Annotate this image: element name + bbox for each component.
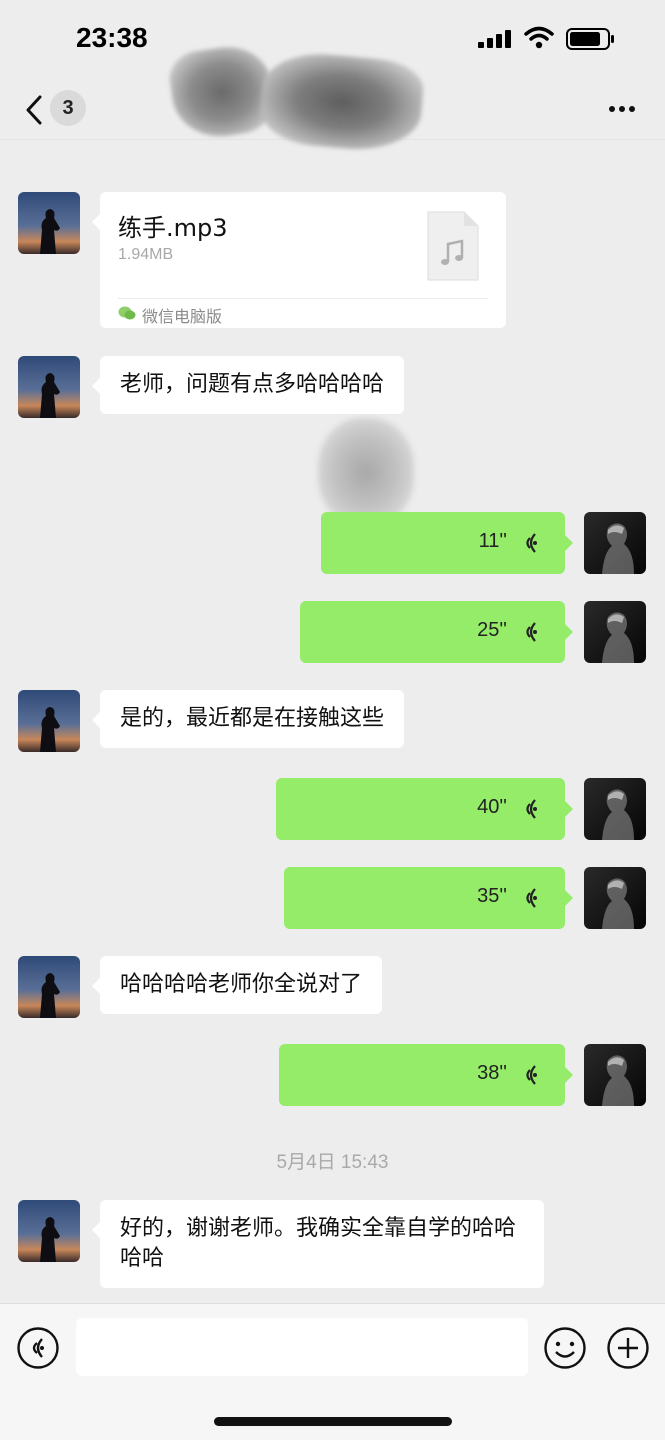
voice-wave-icon: [526, 533, 537, 553]
my-avatar[interactable]: [584, 778, 646, 840]
my-avatar[interactable]: [584, 601, 646, 663]
unread-badge: 3: [50, 90, 86, 126]
message-text: 好的，谢谢老师。我确实全靠自学的哈哈哈哈: [120, 1216, 517, 1271]
contact-avatar[interactable]: [18, 956, 80, 1018]
music-file-icon: [427, 211, 479, 281]
my-avatar[interactable]: [584, 512, 646, 574]
text-message[interactable]: 是的，最近都是在接触这些: [91, 690, 405, 748]
status-time: 23:38: [76, 22, 148, 53]
battery-icon: [566, 28, 614, 50]
text-message[interactable]: 老师，问题有点多哈哈哈哈: [91, 356, 405, 414]
voice-duration: 40'': [477, 796, 507, 818]
voice-wave-icon: [526, 888, 537, 908]
plus-icon[interactable]: [606, 1326, 650, 1370]
voice-message[interactable]: 38'': [279, 1044, 573, 1106]
my-avatar[interactable]: [584, 1044, 646, 1106]
message-text: 哈哈哈哈老师你全说对了: [120, 972, 363, 997]
file-source: 微信电脑版: [142, 307, 223, 326]
voice-message[interactable]: 25'': [300, 601, 573, 663]
contact-avatar[interactable]: [18, 690, 80, 752]
voice-wave-icon: [526, 799, 537, 819]
voice-duration: 11'': [478, 530, 507, 552]
voice-wave-icon: [526, 1065, 537, 1085]
message-input[interactable]: [76, 1318, 528, 1376]
voice-duration: 35'': [477, 885, 507, 907]
text-message[interactable]: 哈哈哈哈老师你全说对了: [91, 956, 383, 1014]
input-bar: [0, 1303, 665, 1440]
more-icon[interactable]: [602, 94, 642, 124]
contact-avatar[interactable]: [18, 1200, 80, 1262]
voice-duration: 38'': [477, 1062, 507, 1084]
redaction-smudge: [318, 418, 414, 526]
signal-icon: [478, 30, 511, 48]
voice-wave-icon: [526, 622, 537, 642]
message-text: 是的，最近都是在接触这些: [120, 706, 385, 731]
chat-timestamp: 5月4日 15:43: [276, 1152, 389, 1173]
contact-avatar[interactable]: [18, 192, 80, 254]
file-size: 1.94MB: [118, 246, 174, 263]
emoji-icon[interactable]: [543, 1326, 587, 1370]
message-text: 老师，问题有点多哈哈哈哈: [120, 372, 385, 397]
contact-avatar[interactable]: [18, 356, 80, 418]
voice-toggle-icon[interactable]: [16, 1326, 60, 1370]
wifi-icon: [524, 26, 554, 49]
text-message[interactable]: 好的，谢谢老师。我确实全靠自学的哈哈哈哈: [92, 1200, 544, 1288]
back-button[interactable]: 3: [18, 90, 88, 130]
voice-message[interactable]: 11'': [321, 512, 573, 574]
voice-message[interactable]: 40'': [276, 778, 573, 840]
wechat-icon: [118, 306, 136, 320]
divider: [118, 298, 488, 299]
home-indicator[interactable]: [214, 1417, 452, 1426]
voice-duration: 25'': [477, 619, 507, 641]
voice-message[interactable]: 35'': [284, 867, 573, 929]
my-avatar[interactable]: [584, 867, 646, 929]
back-icon: [26, 95, 42, 125]
file-message[interactable]: 练手.mp3 1.94MB 微信电脑版: [92, 192, 506, 328]
file-name: 练手.mp3: [118, 214, 228, 242]
